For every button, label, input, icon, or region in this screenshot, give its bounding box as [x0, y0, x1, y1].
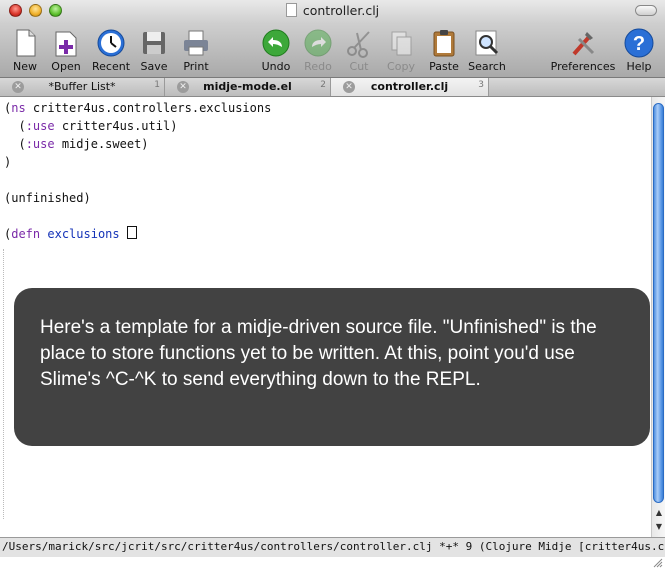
- mode-line: /Users/marick/src/jcrit/src/critter4us/c…: [0, 537, 665, 557]
- undo-icon: [262, 29, 290, 57]
- scroll-down-arrow-icon[interactable]: ▼: [653, 521, 665, 533]
- open-button[interactable]: Open: [41, 25, 91, 73]
- print-button[interactable]: Print: [171, 25, 221, 73]
- search-label: Search: [468, 60, 506, 73]
- toolbar-toggle-button[interactable]: [635, 5, 657, 16]
- search-button[interactable]: Search: [462, 25, 512, 73]
- text-cursor: [126, 226, 137, 239]
- new-document-icon: [16, 29, 36, 57]
- tab-controller[interactable]: ✕ controller.clj 3: [331, 78, 489, 96]
- tab-number: 1: [154, 80, 160, 90]
- title-bar: controller.clj: [0, 0, 665, 23]
- tab-label: *Buffer List*: [48, 80, 116, 93]
- print-icon: [184, 30, 208, 56]
- search-icon: [475, 30, 499, 56]
- window-title: controller.clj: [302, 3, 380, 18]
- window-title-wrap: controller.clj: [0, 3, 665, 18]
- tab-number: 2: [320, 80, 326, 90]
- editor-window: controller.clj New Open Recent Save Prin…: [0, 0, 665, 570]
- scissors-icon: [347, 31, 370, 58]
- preferences-icon: [572, 32, 595, 56]
- tab-label: midje-mode.el: [203, 80, 292, 93]
- open-label: Open: [51, 60, 81, 73]
- copy-icon: [391, 31, 412, 56]
- tab-midje-mode[interactable]: ✕ midje-mode.el 2: [165, 78, 331, 96]
- annotation-callout: Here's a template for a midje-driven sou…: [14, 288, 650, 446]
- toolbar: New Open Recent Save Print Undo Redo Cut…: [0, 23, 665, 78]
- tab-buffer-list[interactable]: ✕ *Buffer List* 1: [0, 78, 165, 96]
- resize-grip-icon[interactable]: [652, 557, 663, 568]
- help-label: Help: [626, 60, 652, 73]
- document-icon: [285, 3, 297, 17]
- scroll-thumb[interactable]: [653, 103, 664, 503]
- tab-label: controller.clj: [370, 80, 449, 93]
- help-button[interactable]: ? Help: [614, 25, 664, 73]
- clipboard-icon: [433, 30, 455, 57]
- redo-icon: [304, 29, 332, 57]
- save-icon: [143, 32, 165, 54]
- print-label: Print: [183, 60, 209, 73]
- annotation-text: Here's a template for a midje-driven sou…: [40, 317, 597, 390]
- help-icon: ?: [624, 28, 654, 58]
- preferences-label: Preferences: [550, 60, 616, 73]
- vertical-scrollbar[interactable]: ▲ ▼: [651, 97, 665, 537]
- svg-text:?: ?: [633, 33, 645, 55]
- open-icon: [55, 31, 77, 57]
- clock-icon: [97, 29, 125, 57]
- status-bar: [0, 557, 665, 570]
- tab-bar: ✕ *Buffer List* 1 ✕ midje-mode.el 2 ✕ co…: [0, 78, 665, 97]
- preferences-button[interactable]: Preferences: [548, 25, 618, 73]
- tab-number: 3: [478, 80, 484, 90]
- scroll-up-arrow-icon[interactable]: ▲: [653, 507, 665, 519]
- code-text[interactable]: (ns critter4us.controllers.exclusions (:…: [4, 99, 271, 243]
- fringe-indicator: [3, 249, 5, 519]
